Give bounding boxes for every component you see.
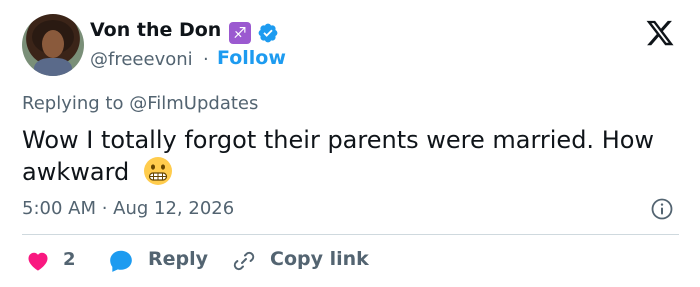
grimacing-face-icon <box>143 157 172 185</box>
tweet-timestamp[interactable]: 5:00 AM · Aug 12, 2026 <box>22 198 234 219</box>
info-icon[interactable] <box>650 197 674 221</box>
author-name[interactable]: Von the Don <box>90 19 221 41</box>
reply-bubble-icon[interactable] <box>108 248 134 274</box>
replying-to-line: Replying to @FilmUpdates <box>22 93 258 114</box>
avatar[interactable] <box>22 14 84 76</box>
heart-icon[interactable] <box>25 249 51 273</box>
author-handle[interactable]: @freeevoni <box>90 49 193 70</box>
reply-button[interactable]: Reply <box>148 248 208 270</box>
like-count[interactable]: 2 <box>63 249 76 270</box>
replying-prefix: Replying to <box>22 93 124 114</box>
link-icon[interactable] <box>232 249 256 273</box>
sagittarius-icon: ♐ <box>229 22 251 44</box>
follow-button[interactable]: Follow <box>217 47 286 69</box>
separator-dot: · <box>203 49 209 70</box>
verified-badge-icon <box>258 23 278 43</box>
copy-link-button[interactable]: Copy link <box>270 248 369 270</box>
divider <box>22 234 679 235</box>
x-logo-icon[interactable] <box>645 18 675 48</box>
replying-mention-link[interactable]: @FilmUpdates <box>129 93 258 114</box>
tweet-text: Wow I totally forgot their parents were … <box>22 126 655 186</box>
tweet-text-container: Wow I totally forgot their parents were … <box>22 125 672 188</box>
